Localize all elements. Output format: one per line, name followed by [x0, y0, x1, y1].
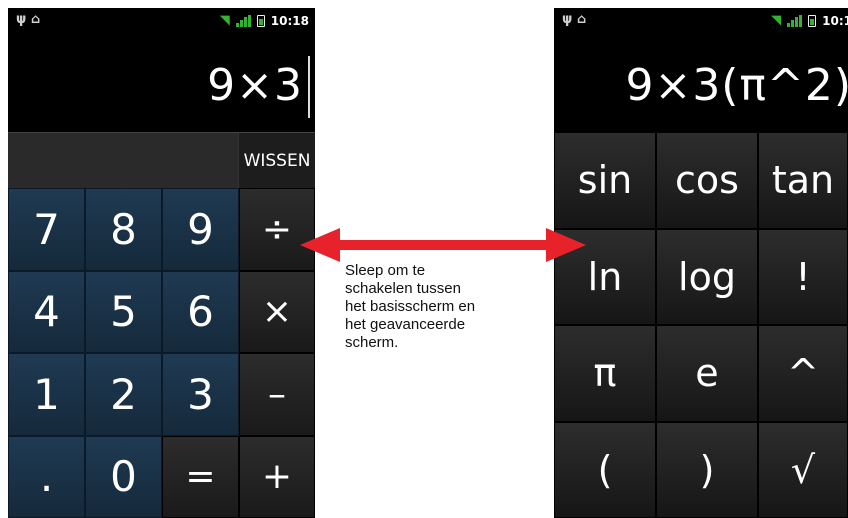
- function-key-button[interactable]: tan: [758, 132, 848, 229]
- calculator-display[interactable]: 9×3: [8, 34, 315, 132]
- function-key-button[interactable]: (: [554, 421, 656, 518]
- caption-line: Sleep om te: [345, 262, 426, 279]
- key-button[interactable]: 7: [8, 188, 85, 271]
- key-button[interactable]: 8: [85, 188, 162, 271]
- signal-icon: [235, 14, 251, 27]
- signal-icon: [787, 14, 803, 27]
- key-button[interactable]: 4: [8, 270, 85, 353]
- usb-icon: ψ ⌂: [562, 12, 587, 27]
- caption-line: schakelen tussen: [345, 280, 461, 297]
- status-time: 10:1: [822, 13, 848, 28]
- status-time: 10:18: [270, 13, 309, 28]
- key-button[interactable]: 0: [85, 435, 162, 518]
- android-debug-icon: ⌂: [30, 12, 41, 27]
- double-arrow-icon: [300, 228, 586, 262]
- key-button[interactable]: +: [239, 435, 315, 518]
- function-key-button[interactable]: √: [758, 421, 848, 518]
- clear-bar: WISSEN: [8, 132, 315, 189]
- key-button[interactable]: 6: [162, 270, 239, 353]
- key-button[interactable]: 1: [8, 353, 85, 436]
- function-key-button[interactable]: e: [656, 325, 758, 422]
- function-key-button[interactable]: π: [554, 325, 656, 422]
- display-expression: 9×3: [207, 60, 303, 111]
- function-key-button[interactable]: !: [758, 228, 848, 325]
- basic-keypad: 7 8 9 ÷ 4 5 6 × 1 2 3–. 0 = +: [8, 188, 315, 518]
- advanced-calculator-screen: ψ ⌂ ◥ 10:1 9×3(π^2) sin cos tan ln log! π e ^()…: [554, 8, 848, 518]
- function-key-button[interactable]: sin: [554, 132, 656, 229]
- key-button[interactable]: 3: [162, 353, 239, 436]
- basic-calculator-screen: ψ ⌂ ◥ 10:18 9×3 WISSEN 7 8 9 ÷ 4 5 6 × 1 2 3–. 0 = +: [8, 8, 315, 518]
- wifi-icon: ◥: [219, 13, 230, 28]
- calculator-display[interactable]: 9×3(π^2): [554, 34, 848, 132]
- display-expression: 9×3(π^2): [625, 60, 848, 111]
- text-cursor: [308, 56, 310, 118]
- key-button[interactable]: –: [239, 353, 315, 436]
- key-button[interactable]: 9: [162, 188, 239, 271]
- android-debug-icon: ⌂: [576, 12, 587, 27]
- function-key-button[interactable]: ^: [758, 325, 848, 422]
- caption-line: het basisscherm en: [345, 298, 476, 315]
- status-bar: ψ ⌂ ◥ 10:18: [8, 8, 315, 34]
- function-key-button[interactable]: log: [656, 228, 758, 325]
- battery-icon: [256, 14, 265, 27]
- caption-line: scherm.: [345, 334, 399, 351]
- advanced-keypad: sin cos tan ln log! π e ^() √: [554, 132, 848, 518]
- function-key-button[interactable]: ): [656, 421, 758, 518]
- key-button[interactable]: ×: [239, 270, 315, 353]
- battery-icon: [808, 14, 817, 27]
- key-button[interactable]: =: [162, 435, 239, 518]
- status-bar: ψ ⌂ ◥ 10:1: [554, 8, 848, 34]
- swipe-arrow-shape: [300, 228, 586, 262]
- key-button[interactable]: 2: [85, 353, 162, 436]
- function-key-button[interactable]: cos: [656, 132, 758, 229]
- usb-icon: ψ ⌂: [16, 12, 41, 27]
- caption-line: het geavanceerde: [345, 316, 466, 333]
- key-button[interactable]: 5: [85, 270, 162, 353]
- clear-button[interactable]: WISSEN: [238, 133, 315, 189]
- key-button[interactable]: .: [8, 435, 85, 518]
- swipe-caption: Sleep om te schakelen tussen het basissc…: [345, 262, 550, 352]
- wifi-icon: ◥: [771, 13, 782, 28]
